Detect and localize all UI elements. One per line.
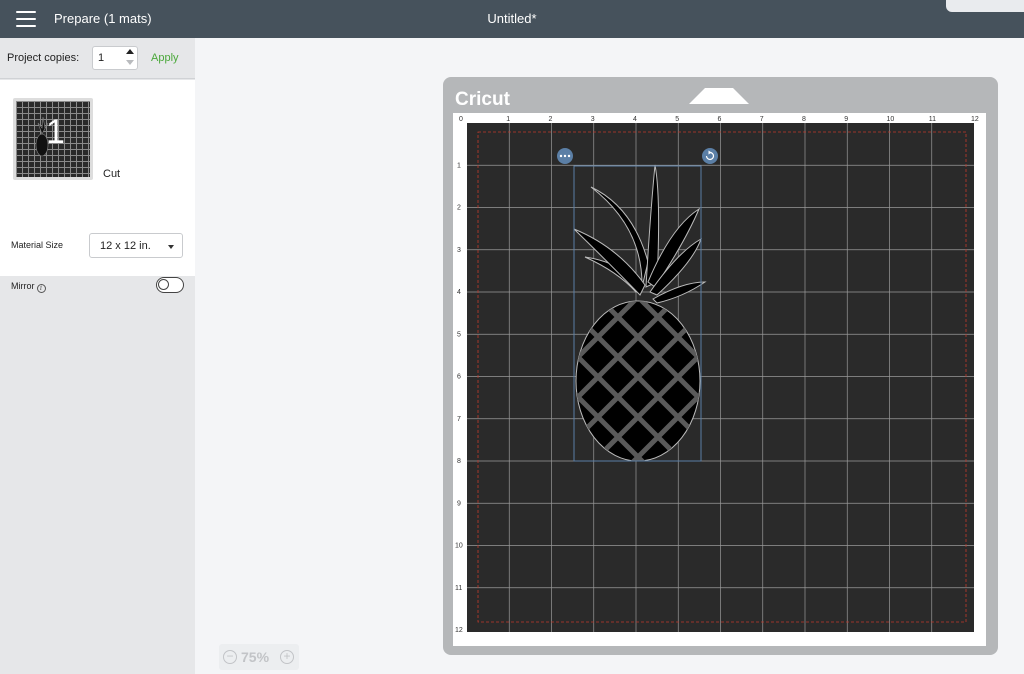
- ruler-left-label: 10: [455, 543, 463, 550]
- material-size-value: 12 x 12 in.: [100, 240, 151, 252]
- more-options-dot: [559, 154, 563, 158]
- mirror-label-text: Mirror: [11, 281, 35, 291]
- project-copies-bar: Project copies: 1 Apply: [0, 38, 195, 79]
- mat-number: 1: [46, 113, 65, 151]
- ruler-left-label: 4: [457, 289, 461, 296]
- zoom-out-icon[interactable]: −: [223, 650, 237, 664]
- ruler-top-label: 7: [760, 116, 764, 123]
- mirror-label: Mirror i: [11, 281, 46, 293]
- mat-thumbnail-grid: 1: [16, 101, 90, 177]
- ruler-top-label: 9: [844, 116, 848, 123]
- ruler-top-label: 6: [718, 116, 722, 123]
- cutting-mat: Cricut 0 1 2 3 4 5 6 7 8 9 10 11 12 123456789101112: [443, 77, 998, 655]
- ruler-left-label: 6: [457, 374, 461, 381]
- rotate-icon[interactable]: [702, 148, 718, 164]
- ruler-top-label: 8: [802, 116, 806, 123]
- mirror-toggle[interactable]: [156, 277, 184, 293]
- ruler-left-label: 5: [457, 331, 461, 338]
- ruler-left-label: 11: [455, 585, 462, 592]
- ruler-left-label: 7: [457, 416, 461, 423]
- left-panel: Project copies: 1 Apply 1 Cut Material S…: [0, 38, 195, 674]
- ruler-left-label: 1: [457, 162, 461, 169]
- ruler-left-label: 9: [457, 500, 461, 507]
- ruler-top-label: 4: [633, 116, 637, 123]
- info-icon[interactable]: i: [36, 284, 46, 293]
- stepper-up-icon[interactable]: [126, 49, 134, 54]
- ruler-left-label: 3: [457, 247, 461, 254]
- ruler-top-label: 2: [549, 116, 553, 123]
- ruler-top-label: 5: [675, 116, 679, 123]
- ruler-top-label: 0: [459, 116, 463, 123]
- more-options-dot: [567, 154, 571, 158]
- top-right-tab[interactable]: [946, 0, 1024, 12]
- toggle-knob: [158, 279, 169, 290]
- ruler-top-label: 3: [591, 116, 595, 123]
- ruler-top-label: 10: [887, 116, 895, 123]
- ruler-top-label: 12: [971, 116, 979, 123]
- stepper-down-icon[interactable]: [126, 60, 134, 65]
- zoom-in-icon[interactable]: +: [280, 650, 294, 664]
- document-title: Untitled*: [487, 11, 537, 26]
- mat-thumbnail[interactable]: 1: [13, 98, 93, 180]
- material-size-select[interactable]: 12 x 12 in.: [89, 233, 183, 258]
- zoom-control: − 75% +: [219, 644, 299, 670]
- mat-type-label: Cut: [103, 168, 121, 180]
- chevron-down-icon: [168, 245, 174, 249]
- material-size-label: Material Size: [11, 240, 64, 250]
- mat-card[interactable]: 1 Cut Material Size 12 x 12 in. Mirror i: [0, 80, 195, 293]
- copies-stepper[interactable]: [125, 48, 135, 68]
- project-copies-label: Project copies:: [7, 52, 80, 64]
- top-bar: Prepare (1 mats) Untitled*: [0, 0, 1024, 38]
- ruler-left-label: 12: [455, 627, 463, 634]
- ruler-top-label: 11: [929, 116, 936, 123]
- ruler-top-label: 1: [506, 116, 510, 123]
- apply-button[interactable]: Apply: [151, 52, 179, 64]
- cricut-logo: Cricut: [455, 89, 511, 110]
- ruler-left-label: 8: [457, 458, 461, 465]
- ruler-left-label: 2: [457, 205, 461, 212]
- zoom-value: 75%: [241, 649, 270, 665]
- more-options-dot: [563, 154, 567, 158]
